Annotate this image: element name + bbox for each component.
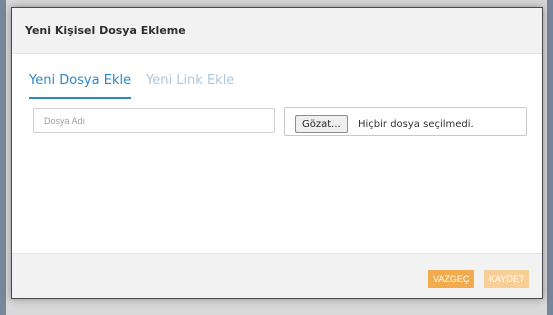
dialog-footer: VAZGEÇ KAYDET [12,253,542,298]
save-button[interactable]: KAYDET [484,270,530,288]
add-personal-file-dialog: Yeni Kişisel Dosya Ekleme Yeni Dosya Ekl… [11,7,543,299]
file-name-input[interactable] [33,108,275,133]
backdrop-left-edge [0,0,6,315]
dialog-title: Yeni Kişisel Dosya Ekleme [25,24,186,37]
selected-file-status: Hiçbir dosya seçilmedi. [358,119,474,130]
cancel-button[interactable]: VAZGEÇ [428,270,475,288]
file-chooser[interactable]: Gözat... Hiçbir dosya seçilmedi. [284,107,527,136]
tab-new-file[interactable]: Yeni Dosya Ekle [29,71,132,99]
tab-new-link[interactable]: Yeni Link Ekle [146,71,234,95]
backdrop-right-edge [547,0,553,315]
browse-button[interactable]: Gözat... [295,115,348,133]
dialog-header: Yeni Kişisel Dosya Ekleme [12,8,542,54]
